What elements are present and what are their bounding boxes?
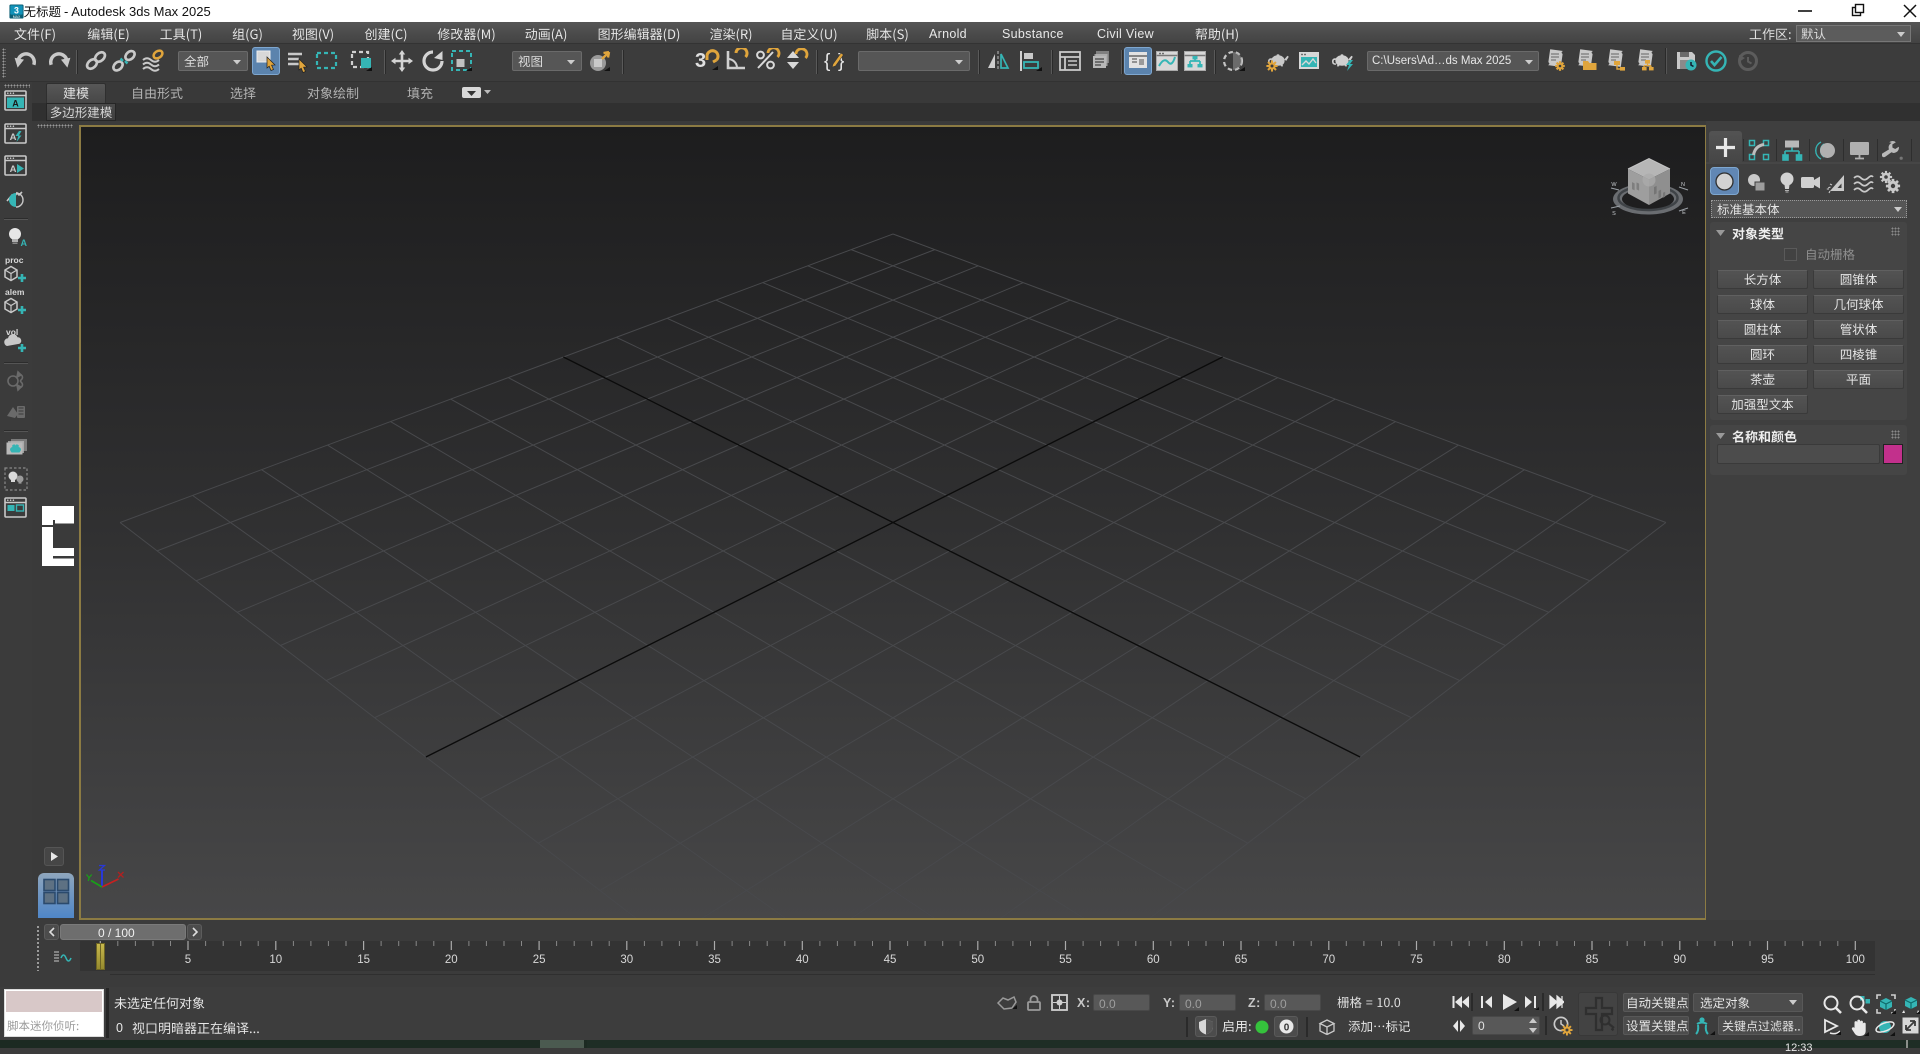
svg-text:65: 65 xyxy=(1235,954,1248,966)
svg-text:A: A xyxy=(12,99,19,109)
svg-text:60: 60 xyxy=(1147,954,1160,966)
svg-text:55: 55 xyxy=(1059,954,1072,966)
svg-text:MAX: MAX xyxy=(13,15,21,19)
svg-text:95: 95 xyxy=(1761,954,1774,966)
svg-text:90: 90 xyxy=(1673,954,1686,966)
svg-text:45: 45 xyxy=(884,954,897,966)
svg-text:S: S xyxy=(1612,211,1616,217)
svg-text:35: 35 xyxy=(708,954,721,966)
svg-text:80: 80 xyxy=(1498,954,1511,966)
svg-text:75: 75 xyxy=(1410,954,1423,966)
svg-text:3: 3 xyxy=(14,5,19,15)
svg-text:W: W xyxy=(1611,182,1617,188)
svg-text:{: { xyxy=(824,51,831,72)
svg-text:N: N xyxy=(1681,182,1685,188)
svg-text:70: 70 xyxy=(1322,954,1335,966)
svg-text:50: 50 xyxy=(971,954,984,966)
svg-text:A: A xyxy=(10,164,17,175)
svg-text:0: 0 xyxy=(1284,1023,1290,1034)
svg-text:20: 20 xyxy=(445,954,458,966)
svg-text:40: 40 xyxy=(796,954,809,966)
svg-text:10: 10 xyxy=(269,954,282,966)
svg-text:30: 30 xyxy=(620,954,633,966)
svg-text:A: A xyxy=(10,132,17,143)
svg-text:5: 5 xyxy=(185,954,191,966)
svg-text:25: 25 xyxy=(533,954,546,966)
svg-text:100: 100 xyxy=(1846,954,1865,966)
svg-text:3: 3 xyxy=(695,50,706,72)
svg-text:15: 15 xyxy=(357,954,370,966)
svg-text:E: E xyxy=(1682,210,1686,216)
svg-text:85: 85 xyxy=(1586,954,1599,966)
svg-text:A: A xyxy=(21,238,28,248)
